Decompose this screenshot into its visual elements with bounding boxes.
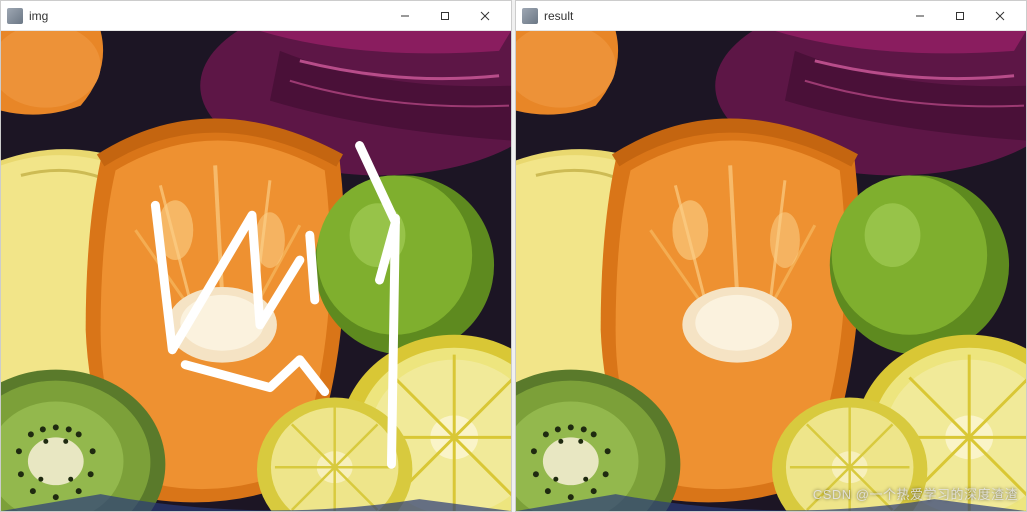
close-button[interactable]: [980, 1, 1020, 31]
app-icon: [7, 8, 23, 24]
maximize-button[interactable]: [940, 1, 980, 31]
minimize-icon: [915, 11, 925, 21]
close-icon: [995, 11, 1005, 21]
window-title: result: [544, 9, 900, 23]
window-img: img: [0, 0, 512, 512]
window-result: result: [515, 0, 1027, 512]
fruit-photo: [516, 31, 1026, 511]
titlebar[interactable]: img: [1, 1, 511, 31]
app-icon: [522, 8, 538, 24]
minimize-button[interactable]: [385, 1, 425, 31]
window-controls: [385, 1, 505, 31]
fruit-photo: [1, 31, 511, 511]
window-controls: [900, 1, 1020, 31]
close-icon: [480, 11, 490, 21]
watermark-text: CSDN @一个热爱学习的深度渣渣: [813, 484, 1018, 503]
window-title: img: [29, 9, 385, 23]
close-button[interactable]: [465, 1, 505, 31]
minimize-button[interactable]: [900, 1, 940, 31]
maximize-icon: [955, 11, 965, 21]
maximize-button[interactable]: [425, 1, 465, 31]
minimize-icon: [400, 11, 410, 21]
titlebar[interactable]: result: [516, 1, 1026, 31]
image-viewport-img[interactable]: [1, 31, 511, 511]
maximize-icon: [440, 11, 450, 21]
image-viewport-result[interactable]: CSDN @一个热爱学习的深度渣渣: [516, 31, 1026, 511]
